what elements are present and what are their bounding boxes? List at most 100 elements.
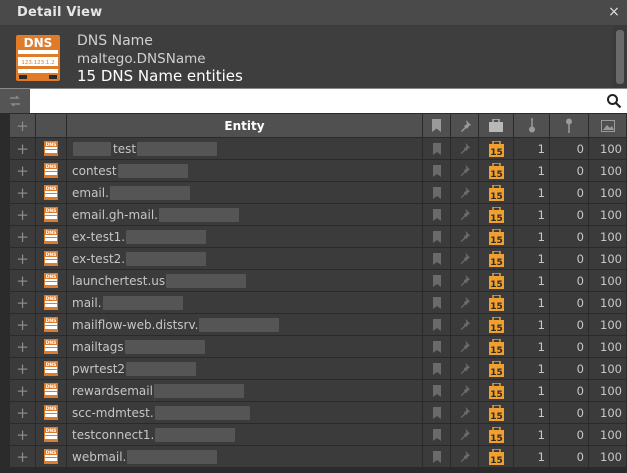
pin-cell[interactable] [451,182,479,203]
pin-cell[interactable] [451,358,479,379]
pin-cell[interactable] [451,138,479,159]
add-entity-button[interactable]: + [10,248,36,269]
pin-cell[interactable] [451,292,479,313]
entity-name-cell[interactable]: launchertest.us [67,270,423,291]
table-row[interactable]: + DNS pwrtest2 15 1 0 100 [10,358,627,380]
entity-type-cell: DNS [36,138,67,159]
bookmark-cell[interactable] [423,160,451,181]
table-row[interactable]: + DNS scc-mdmtest. 15 1 0 100 [10,402,627,424]
incoming-count: 1 [514,380,550,401]
bookmark-cell[interactable] [423,314,451,335]
weight-value: 15 [490,258,503,267]
link-toggle-button[interactable] [0,89,30,113]
bookmark-cell[interactable] [423,336,451,357]
add-entity-button[interactable]: + [10,424,36,445]
table-row[interactable]: + DNS ex-test2. 15 1 0 100 [10,248,627,270]
entity-name-cell[interactable]: ex-test1. [67,226,423,247]
entity-name-cell[interactable]: mailflow-web.distsrv. [67,314,423,335]
bookmark-cell[interactable] [423,292,451,313]
pin-cell[interactable] [451,314,479,335]
table-row[interactable]: + DNS ex-test1. 15 1 0 100 [10,226,627,248]
entity-name-cell[interactable]: mail. [67,292,423,313]
bookmark-cell[interactable] [423,402,451,423]
bookmark-cell[interactable] [423,138,451,159]
add-entity-button[interactable]: + [10,270,36,291]
entity-name-cell[interactable]: test [67,138,423,159]
pin-icon [460,274,471,287]
image-column-header[interactable] [589,114,627,137]
pin-cell[interactable] [451,160,479,181]
pin-cell[interactable] [451,380,479,401]
bookmark-score: 100 [589,204,627,225]
entity-name-cell[interactable]: email. [67,182,423,203]
bookmark-score: 100 [589,182,627,203]
svg-text:DNS: DNS [46,340,57,346]
add-entity-button[interactable]: + [10,358,36,379]
pin-cell[interactable] [451,446,479,467]
add-entity-button[interactable]: + [10,138,36,159]
header-scrollbar[interactable] [613,26,627,88]
weight-column-header[interactable] [479,114,514,137]
close-icon[interactable]: × [607,5,621,19]
entity-name-cell[interactable]: contest [67,160,423,181]
bookmark-cell[interactable] [423,380,451,401]
table-row[interactable]: + DNS webmail. 15 1 0 100 [10,446,627,468]
pin-cell[interactable] [451,402,479,423]
bookmark-cell[interactable] [423,270,451,291]
pin-cell[interactable] [451,336,479,357]
table-row[interactable]: + DNS rewardsemail 15 1 0 100 [10,380,627,402]
bookmark-cell[interactable] [423,358,451,379]
entity-name-cell[interactable]: testconnect1. [67,424,423,445]
search-input[interactable] [31,90,601,112]
add-entity-button[interactable]: + [10,314,36,335]
bookmark-cell[interactable] [423,182,451,203]
outgoing-column-header[interactable] [550,114,589,137]
entity-name-cell[interactable]: mailtags [67,336,423,357]
add-entity-button[interactable]: + [10,446,36,467]
table-row[interactable]: + DNS testconnect1. 15 1 0 100 [10,424,627,446]
add-all-column[interactable]: + [10,114,36,137]
scrollbar-thumb[interactable] [616,30,624,84]
table-row[interactable]: + DNS mail. 15 1 0 100 [10,292,627,314]
pin-cell[interactable] [451,226,479,247]
table-row[interactable]: + DNS mailtags 15 1 0 100 [10,336,627,358]
table-row[interactable]: + DNS launchertest.us 15 1 0 100 [10,270,627,292]
pin-cell[interactable] [451,424,479,445]
add-entity-button[interactable]: + [10,336,36,357]
table-row[interactable]: + DNS email.gh-mail. 15 1 0 100 [10,204,627,226]
table-row[interactable]: + DNS mailflow-web.distsrv. 15 1 0 100 [10,314,627,336]
add-entity-button[interactable]: + [10,204,36,225]
entity-column-header[interactable]: Entity [67,114,423,137]
entity-table: + Entity + DNS test 15 1 0 100 + DNS con… [10,114,627,468]
add-entity-button[interactable]: + [10,226,36,247]
search-icon[interactable] [606,93,622,109]
bookmark-cell[interactable] [423,226,451,247]
bookmark-cell[interactable] [423,248,451,269]
add-entity-button[interactable]: + [10,380,36,401]
add-entity-button[interactable]: + [10,160,36,181]
entity-name-cell[interactable]: pwrtest2 [67,358,423,379]
table-row[interactable]: + DNS email. 15 1 0 100 [10,182,627,204]
entity-name-cell[interactable]: scc-mdmtest. [67,402,423,423]
incoming-column-header[interactable] [514,114,550,137]
entity-name-cell[interactable]: email.gh-mail. [67,204,423,225]
entity-name-cell[interactable]: webmail. [67,446,423,467]
outgoing-count: 0 [550,446,589,467]
pin-column-header[interactable] [451,114,479,137]
table-row[interactable]: + DNS test 15 1 0 100 [10,138,627,160]
add-entity-button[interactable]: + [10,182,36,203]
pin-cell[interactable] [451,204,479,225]
bookmark-score: 100 [589,446,627,467]
bookmark-column-header[interactable] [423,114,451,137]
pin-cell[interactable] [451,270,479,291]
bookmark-cell[interactable] [423,204,451,225]
bookmark-cell[interactable] [423,424,451,445]
entity-name-cell[interactable]: ex-test2. [67,248,423,269]
type-column-header[interactable] [36,114,67,137]
table-row[interactable]: + DNS contest 15 1 0 100 [10,160,627,182]
bookmark-cell[interactable] [423,446,451,467]
entity-name-cell[interactable]: rewardsemail [67,380,423,401]
add-entity-button[interactable]: + [10,292,36,313]
pin-cell[interactable] [451,248,479,269]
add-entity-button[interactable]: + [10,402,36,423]
